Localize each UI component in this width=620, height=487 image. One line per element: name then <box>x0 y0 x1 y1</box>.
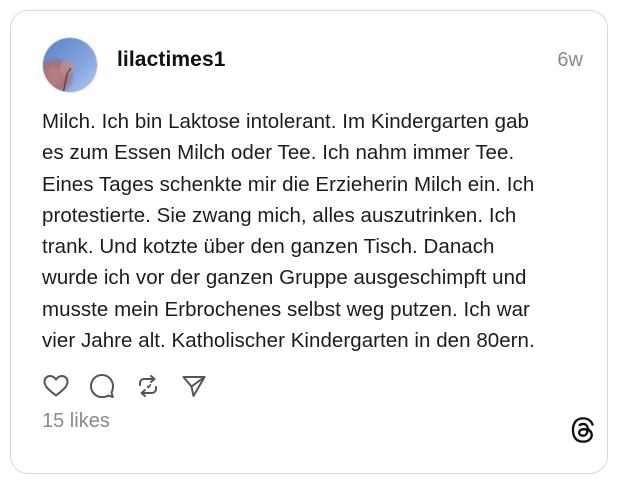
comment-button[interactable] <box>88 372 116 400</box>
avatar[interactable] <box>42 37 98 93</box>
heart-icon <box>43 375 69 397</box>
username[interactable]: lilactimes1 <box>117 48 226 72</box>
post-timestamp: 6w <box>557 49 583 71</box>
threads-logo-icon <box>570 416 596 444</box>
likes-count[interactable]: 15 likes <box>42 410 110 433</box>
post-text: Milch. Ich bin Laktose intolerant. Im Ki… <box>42 110 535 353</box>
send-icon <box>182 376 206 397</box>
comment-icon <box>90 374 114 399</box>
like-button[interactable] <box>42 372 70 400</box>
avatar-image <box>43 38 97 92</box>
action-bar <box>42 372 226 400</box>
repost-icon <box>139 375 157 397</box>
repost-button[interactable] <box>134 372 162 400</box>
share-button[interactable] <box>180 372 208 400</box>
